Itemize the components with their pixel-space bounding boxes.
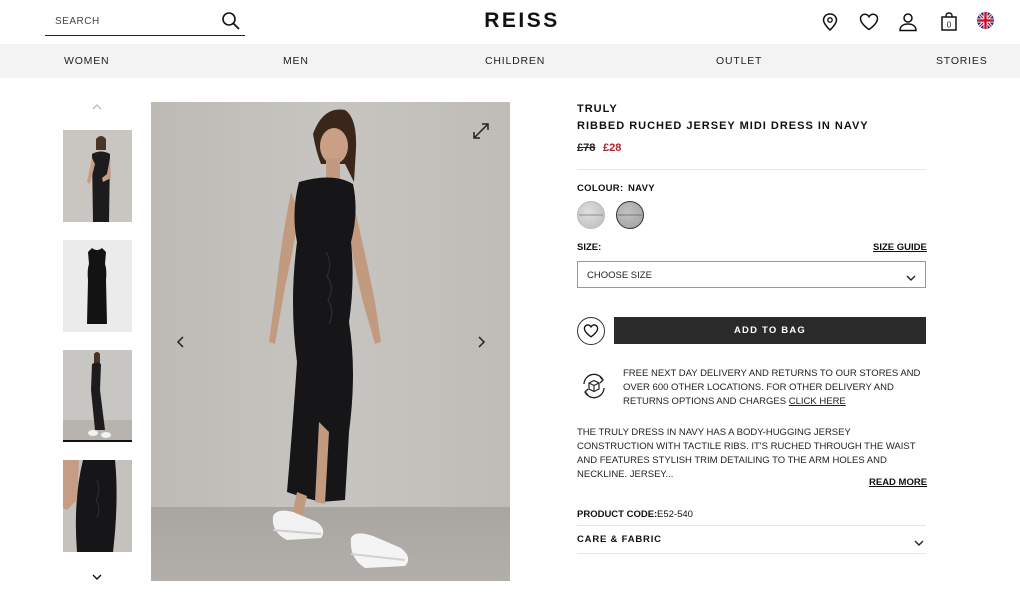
chevron-down-icon (905, 270, 917, 281)
size-guide-link[interactable]: SIZE GUIDE (873, 242, 927, 253)
product-code-label: PRODUCT CODE: (577, 509, 658, 520)
nav-item-children[interactable]: CHILDREN (485, 55, 545, 67)
product-brand[interactable]: TRULY (577, 103, 618, 115)
thumbs-down-chevron-icon[interactable] (89, 570, 105, 582)
nav-item-women[interactable]: WOMEN (64, 55, 109, 67)
product-description: THE TRULY DRESS IN NAVY HAS A BODY-HUGGI… (577, 427, 916, 480)
delivery-info: FREE NEXT DAY DELIVERY AND RETURNS TO OU… (623, 367, 923, 409)
product-title: RIBBED RUCHED JERSEY MIDI DRESS IN NAVY (577, 120, 869, 132)
expand-image-icon[interactable] (471, 121, 491, 141)
image-next-arrow-icon[interactable] (472, 333, 490, 351)
search-icon[interactable] (221, 11, 241, 31)
thumbnail-2[interactable] (63, 240, 132, 332)
care-fabric-accordion[interactable]: CARE & FABRIC (577, 534, 662, 545)
nav-item-men[interactable]: MEN (283, 55, 309, 67)
size-select[interactable]: CHOOSE SIZE (577, 261, 926, 288)
sale-price: £28 (603, 142, 622, 154)
store-locator-icon[interactable] (819, 11, 841, 33)
colour-value: NAVY (628, 183, 655, 194)
nav-item-outlet[interactable]: OUTLET (716, 55, 762, 67)
bag-count: 0 (947, 21, 952, 30)
chevron-down-icon[interactable] (913, 535, 925, 546)
image-prev-arrow-icon[interactable] (172, 333, 190, 351)
divider (577, 553, 926, 554)
wishlist-icon[interactable] (858, 11, 880, 33)
colour-swatch-navy[interactable] (616, 201, 644, 229)
add-to-bag-button[interactable]: ADD TO BAG (614, 317, 926, 344)
thumbnail-3[interactable] (63, 350, 132, 442)
heart-icon (583, 324, 599, 338)
site-header: SEARCH REISS 0 (0, 0, 1020, 44)
reiss-logo[interactable]: REISS (470, 9, 574, 35)
search-input[interactable]: SEARCH (55, 16, 100, 27)
delivery-click-here-link[interactable]: CLICK HERE (789, 396, 846, 407)
thumbnail-4[interactable] (63, 460, 132, 552)
delivery-returns-icon (579, 371, 609, 401)
uk-flag-icon[interactable] (977, 12, 994, 29)
nav-item-stories[interactable]: STORIES (936, 55, 988, 67)
size-select-value: CHOOSE SIZE (587, 270, 652, 281)
thumbs-up-chevron-icon[interactable] (89, 100, 105, 112)
colour-label: COLOUR: (577, 183, 624, 194)
product-code-value: E52-540 (657, 509, 693, 520)
original-price: £78 (577, 142, 596, 154)
read-more-link[interactable]: READ MORE (869, 477, 927, 488)
search-bar[interactable]: SEARCH (45, 6, 245, 36)
main-nav: WOMEN MEN CHILDREN OUTLET STORIES (0, 44, 1020, 78)
product-main-image[interactable] (151, 102, 510, 581)
add-to-wishlist-button[interactable] (577, 317, 605, 345)
account-icon[interactable] (897, 11, 919, 33)
bag-icon[interactable]: 0 (938, 11, 960, 33)
delivery-text: FREE NEXT DAY DELIVERY AND RETURNS TO OU… (623, 368, 921, 407)
size-label: SIZE: (577, 242, 602, 253)
divider (577, 525, 926, 526)
divider (577, 169, 926, 170)
thumbnail-1[interactable] (63, 130, 132, 222)
colour-swatch-1[interactable] (577, 201, 605, 229)
